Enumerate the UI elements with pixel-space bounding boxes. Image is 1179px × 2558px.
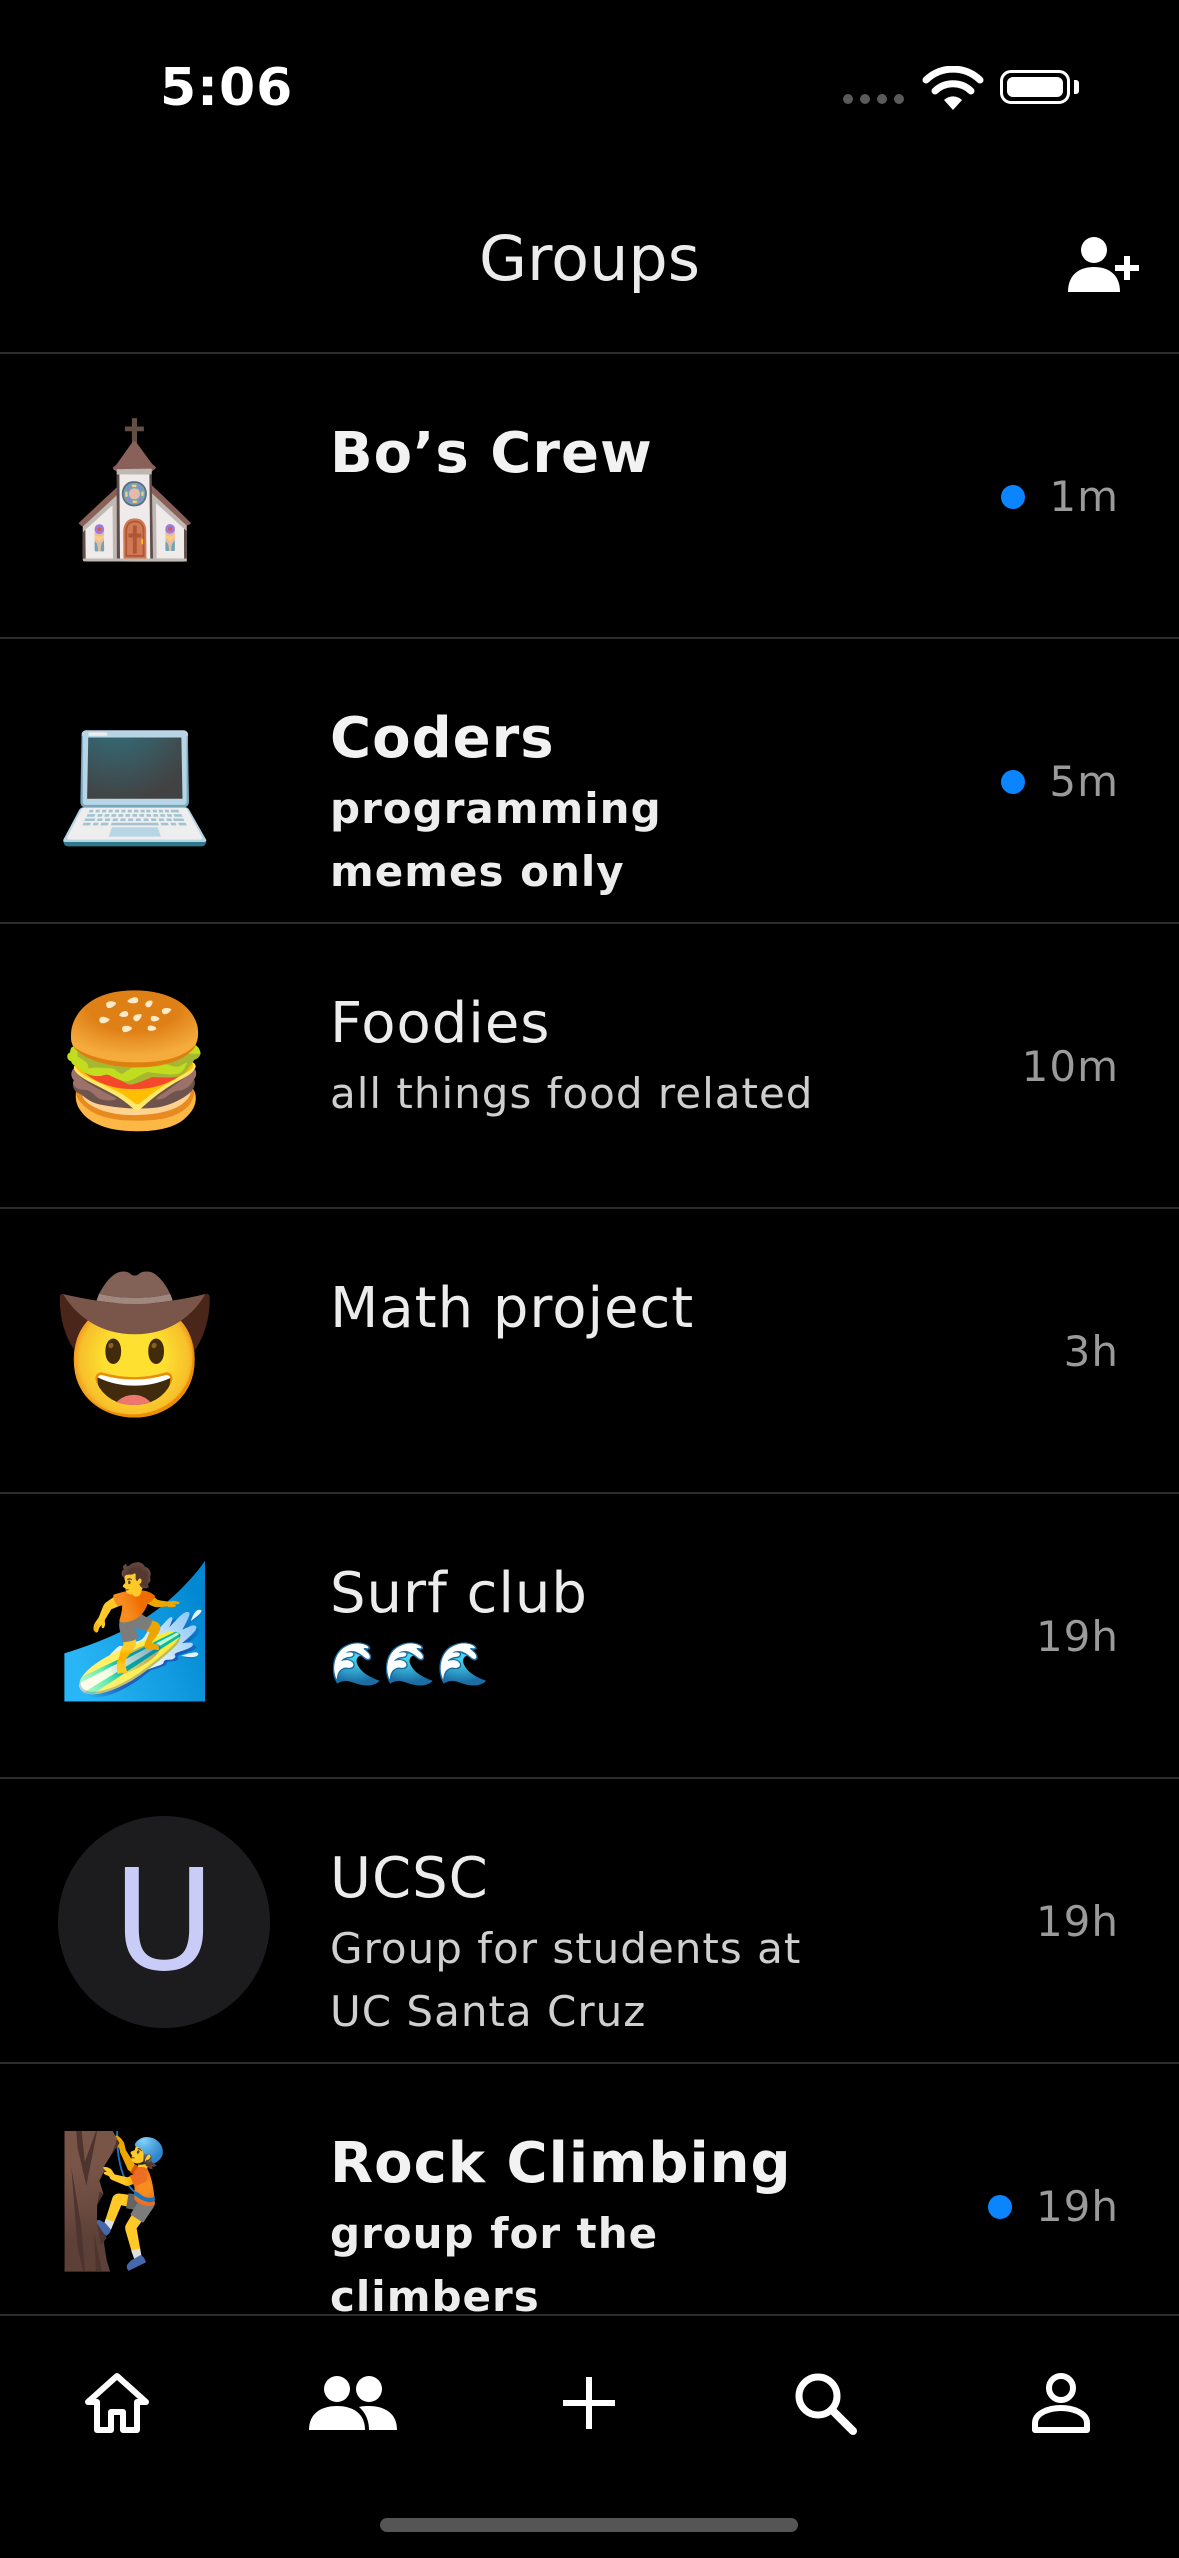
group-timestamp: 5m [1049, 757, 1119, 806]
letter-avatar: U [58, 1816, 270, 2028]
group-row-coders[interactable]: 💻 Coders programming memes only 5m [0, 639, 1179, 924]
group-description: Group for students at UC Santa Cruz [330, 1924, 802, 2036]
groups-icon [309, 2376, 397, 2430]
header: Groups [0, 170, 1179, 354]
group-description: all things food related [330, 1069, 814, 1118]
group-row-rock-climbing[interactable]: 🧗 Rock Climbing group for the climbers 1… [0, 2064, 1179, 2314]
status-bar: 5:06 [0, 0, 1179, 170]
tab-groups[interactable] [298, 2348, 408, 2458]
unread-indicator [987, 2194, 1012, 2219]
home-icon [85, 2373, 149, 2433]
burger-emoji-avatar: 🍔 [55, 987, 215, 1136]
group-description: 🌊🌊🌊 [330, 1639, 490, 1688]
surfer-emoji-avatar: 🏄 [55, 1557, 215, 1706]
group-timestamp: 19h [1035, 1612, 1119, 1661]
group-timestamp: 19h [1035, 1897, 1119, 1946]
group-row-surf-club[interactable]: 🏄 Surf club 🌊🌊🌊 19h [0, 1494, 1179, 1779]
group-name: Math project [330, 1276, 695, 1341]
home-indicator [380, 2518, 798, 2532]
profile-icon [1032, 2373, 1090, 2433]
status-time: 5:06 [160, 58, 294, 118]
group-description: group for the climbers [330, 2209, 659, 2314]
group-row-bos-crew[interactable]: ⛪ Bo’s Crew 1m [0, 354, 1179, 639]
person-add-icon [1068, 237, 1139, 292]
group-row-math-project[interactable]: 🤠 Math project 3h [0, 1209, 1179, 1494]
group-name: UCSC [330, 1846, 489, 1911]
climber-emoji-avatar: 🧗 [55, 2127, 215, 2276]
wifi-icon [922, 66, 984, 110]
group-row-foodies[interactable]: 🍔 Foodies all things food related 10m [0, 924, 1179, 1209]
tab-search[interactable] [770, 2348, 880, 2458]
tab-home[interactable] [62, 2348, 172, 2458]
group-name: Coders [330, 706, 555, 771]
group-row-ucsc[interactable]: U UCSC Group for students at UC Santa Cr… [0, 1779, 1179, 2064]
group-name: Bo’s Crew [330, 421, 653, 486]
page-title: Groups [478, 222, 701, 295]
search-icon [795, 2373, 857, 2435]
group-list: ⛪ Bo’s Crew 1m 💻 Coders programming meme… [0, 354, 1179, 2314]
unread-indicator [1001, 484, 1026, 509]
group-name: Rock Climbing [330, 2131, 792, 2196]
group-name: Foodies [330, 991, 551, 1056]
tab-profile[interactable] [1006, 2348, 1116, 2458]
battery-icon [1000, 70, 1070, 104]
church-emoji-avatar: ⛪ [55, 417, 215, 566]
group-timestamp: 1m [1049, 472, 1119, 521]
add-group-member-button[interactable] [1066, 232, 1146, 298]
tab-create[interactable] [534, 2348, 644, 2458]
cowboy-emoji-avatar: 🤠 [55, 1272, 215, 1421]
group-description: programming memes only [330, 784, 662, 896]
group-timestamp: 3h [1063, 1327, 1119, 1376]
plus-icon [563, 2377, 615, 2429]
group-timestamp: 10m [1021, 1042, 1119, 1091]
group-name: Surf club [330, 1561, 588, 1626]
unread-indicator [1001, 769, 1026, 794]
cellular-signal-icon [843, 94, 904, 104]
group-timestamp: 19h [1035, 2182, 1119, 2231]
laptop-emoji-avatar: 💻 [55, 702, 215, 851]
